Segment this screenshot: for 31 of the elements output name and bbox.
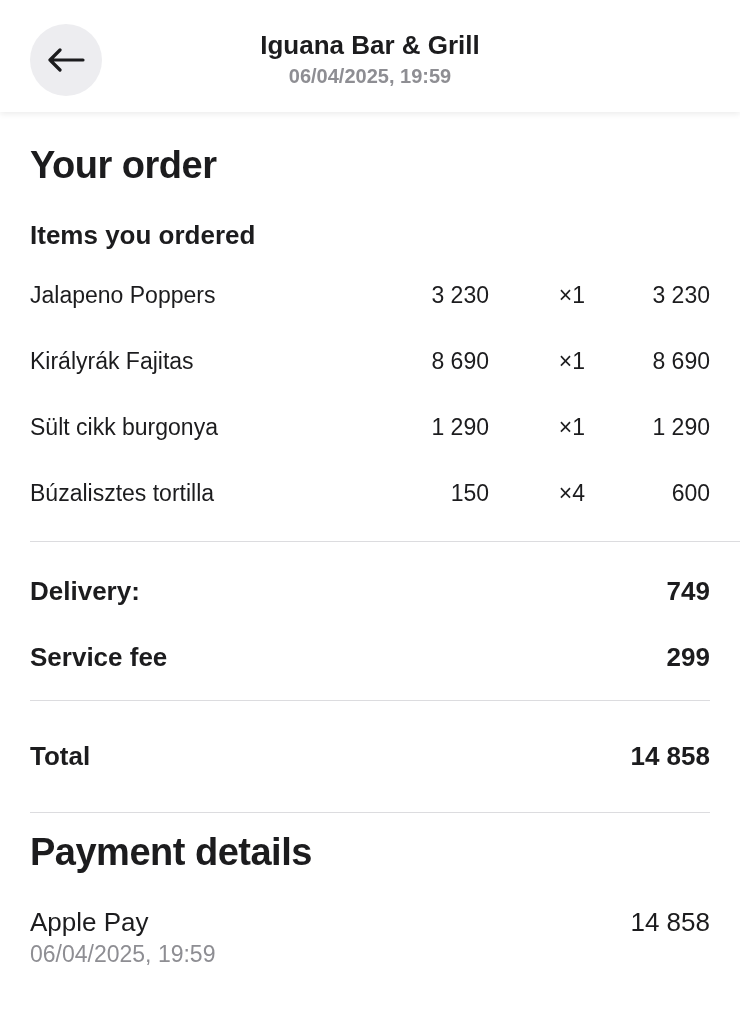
item-name: Királyrák Fajitas	[30, 346, 195, 376]
total-amount: 14 858	[630, 740, 710, 773]
fee-label: Delivery:	[30, 574, 140, 608]
section-heading: Payment details	[30, 830, 313, 875]
item-total: 3 230	[651, 280, 710, 310]
item-total: 1 290	[651, 412, 710, 442]
fee-amount: 749	[666, 574, 710, 608]
item-total: 8 690	[651, 346, 710, 376]
item-quantity: ×1	[557, 346, 585, 376]
item-price: 3 230	[430, 280, 489, 310]
item-name: Búzalisztes tortilla	[30, 478, 216, 508]
item-price: 8 690	[430, 346, 489, 376]
fee-amount: 299	[666, 640, 710, 674]
payment-date: 06/04/2025, 19:59	[30, 940, 217, 969]
item-name: Jalapeno Poppers	[30, 280, 217, 310]
back-arrow-icon	[47, 48, 85, 72]
restaurant-title: Iguana Bar & Grill	[260, 29, 480, 62]
total-label: Total	[30, 740, 91, 773]
item-name: Sült cikk burgonya	[30, 412, 219, 442]
item-quantity: ×1	[557, 280, 585, 310]
order-date: 06/04/2025, 19:59	[288, 64, 452, 89]
fee-label: Service fee	[30, 640, 168, 674]
payment-method: Apple Pay	[30, 906, 149, 939]
item-quantity: ×4	[557, 478, 585, 508]
item-price: 1 290	[430, 412, 489, 442]
item-price: 150	[449, 478, 489, 508]
subsection-heading: Items you ordered	[30, 219, 257, 252]
payment-amount: 14 858	[630, 906, 710, 939]
item-quantity: ×1	[557, 412, 585, 442]
item-total: 600	[670, 478, 710, 508]
section-heading: Your order	[30, 143, 218, 188]
